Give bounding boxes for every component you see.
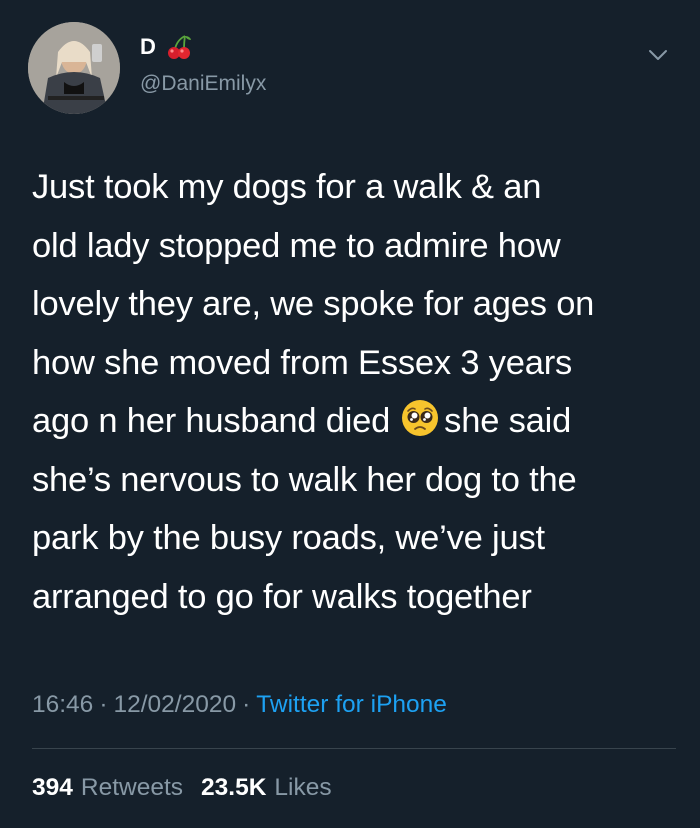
tweet-text-line: arranged to go for walks together — [32, 577, 532, 616]
tweet-text-line: park by the busy roads, we’ve just — [32, 519, 545, 557]
tweet-source-link[interactable]: Twitter for iPhone — [256, 691, 447, 718]
tweet-text-line: old lady stopped me to admire how — [32, 226, 561, 265]
retweets-stat[interactable]: 394 Retweets — [32, 774, 183, 801]
tweet-text-line: lovely they are, we spoke for ages on — [32, 285, 595, 323]
tweet-text-segment: ago n her husband died — [32, 402, 391, 440]
display-name-text: D — [140, 34, 156, 59]
retweets-count: 394 — [32, 774, 73, 801]
tweet-meta: 16:46 · 12/02/2020 · Twitter for iPhone — [32, 690, 447, 720]
meta-separator: · — [99, 691, 108, 718]
tweet-time[interactable]: 16:46 — [32, 691, 93, 718]
likes-count: 23.5K — [201, 774, 267, 801]
tweet-text-line: she’s nervous to walk her dog to the — [32, 460, 577, 499]
tweet-text: Just took my dogs for a walk & an old la… — [32, 158, 672, 626]
tweet-card: D @DaniEmilyx Just took my dogs for a wa… — [0, 0, 700, 828]
chevron-down-icon[interactable] — [645, 42, 671, 68]
meta-separator: · — [242, 691, 251, 718]
likes-stat[interactable]: 23.5K Likes — [201, 774, 332, 801]
tweet-date[interactable]: 12/02/2020 — [113, 691, 236, 718]
likes-label: Likes — [274, 774, 332, 801]
retweets-label: Retweets — [80, 774, 184, 801]
tweet-stats: 394 Retweets 23.5K Likes — [32, 773, 332, 803]
tweet-text-line: Just took my dogs for a walk & an — [32, 168, 542, 206]
pleading-face-icon — [400, 398, 440, 438]
tweet-text-segment: she said — [444, 402, 572, 440]
cherries-icon — [166, 34, 192, 60]
user-handle[interactable]: @DaniEmilyx — [140, 72, 266, 96]
tweet-text-line-with-emoji: ago n her husband died she said — [32, 392, 672, 451]
tweet-text-line: how she moved from Essex 3 years — [32, 343, 573, 382]
divider — [32, 748, 676, 749]
avatar[interactable] — [28, 22, 120, 114]
display-name[interactable]: D — [140, 34, 192, 60]
